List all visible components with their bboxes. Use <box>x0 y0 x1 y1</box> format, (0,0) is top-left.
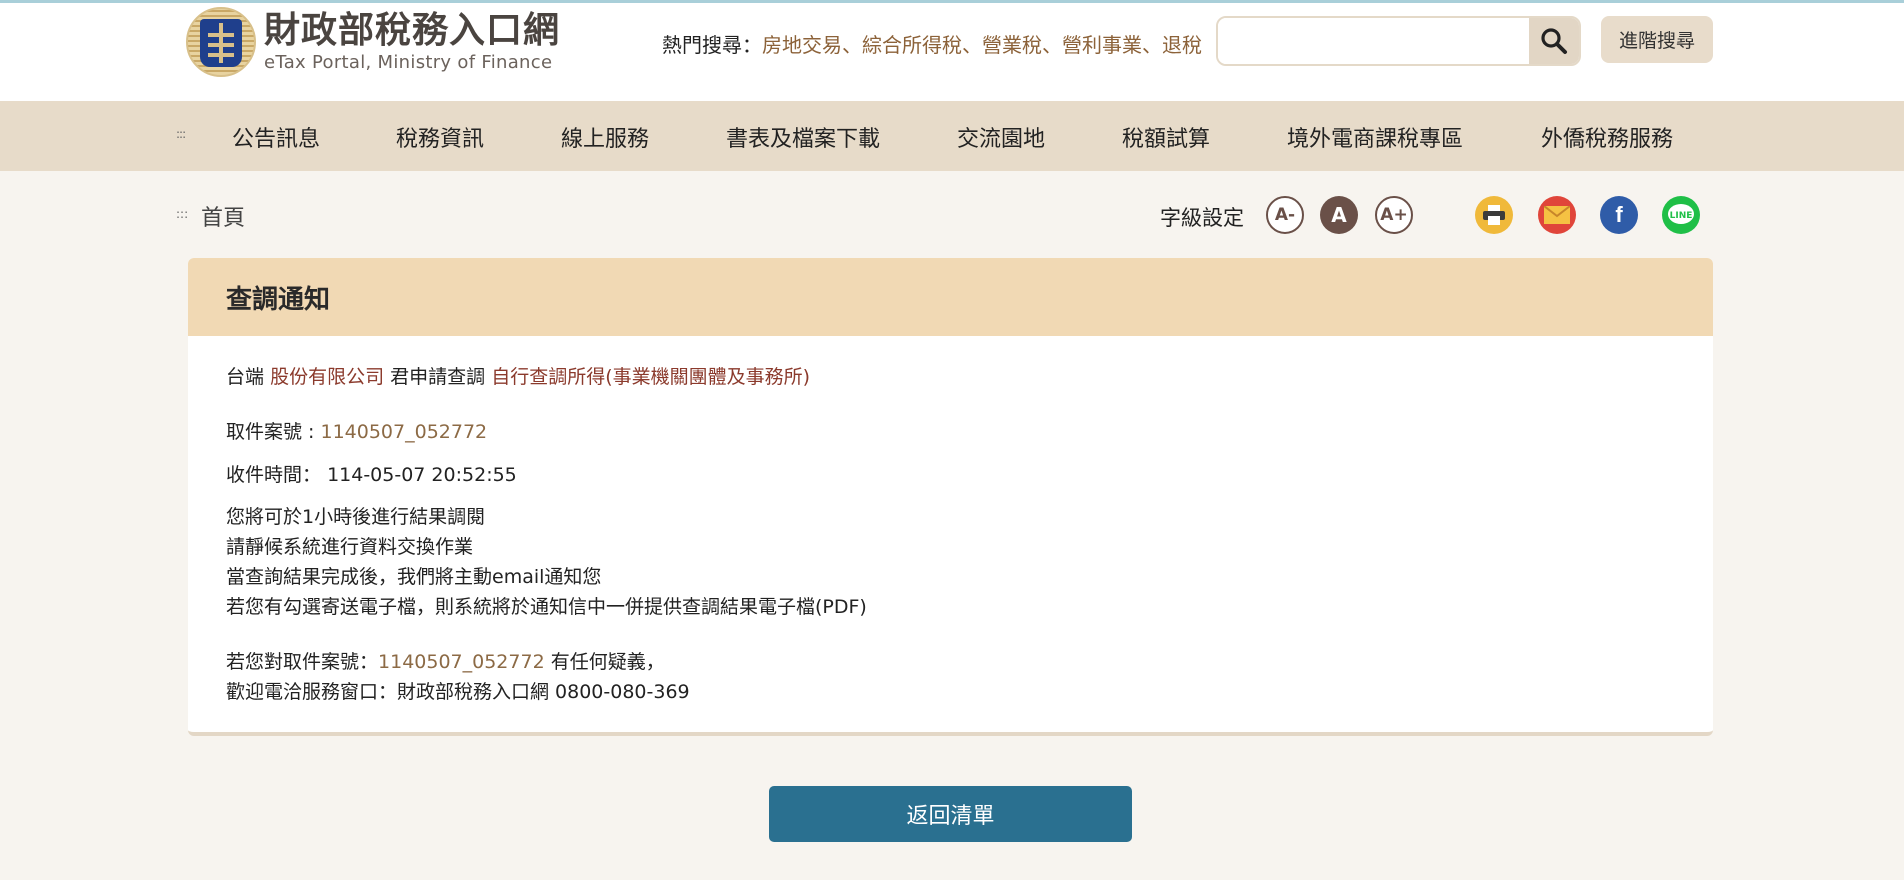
search-button[interactable] <box>1529 18 1579 64</box>
hot-link-real-estate[interactable]: 房地交易 <box>762 33 842 57</box>
nav-item-online-services[interactable]: 線上服務 <box>561 121 649 153</box>
question-line: 若您對取件案號：1140507_052772 有任何疑義， <box>226 651 665 673</box>
hot-link-enterprise[interactable]: 營利事業 <box>1062 33 1142 57</box>
notice-message: 您將可於1小時後進行結果調閱 <box>226 506 486 528</box>
breadcrumb-home[interactable]: 首頁 <box>201 200 245 232</box>
applicant-line: 台端 股份有限公司 君申請查調 自行查調所得(事業機關團體及事務所) <box>226 366 811 388</box>
email-share-button[interactable] <box>1538 196 1576 234</box>
notice-card-header: 查調通知 <box>188 258 1713 336</box>
site-logo[interactable]: 財政部稅務入口網 eTax Portal, Ministry of Financ… <box>186 7 560 77</box>
page-title: 查調通知 <box>226 284 331 315</box>
main-nav: ::: 公告訊息 稅務資訊 線上服務 書表及檔案下載 交流園地 稅額試算 境外電… <box>0 101 1904 171</box>
nav-accesskey-icon[interactable]: ::: <box>176 127 186 141</box>
notice-message: 當查詢結果完成後，我們將主動email通知您 <box>226 566 602 588</box>
search-box <box>1216 16 1581 66</box>
nav-item-forms-download[interactable]: 書表及檔案下載 <box>726 121 880 153</box>
query-type: 自行查調所得(事業機關團體及事務所) <box>491 366 811 388</box>
company-name: 股份有限公司 <box>270 366 385 388</box>
hot-link-refund[interactable]: 退稅 <box>1162 33 1202 57</box>
case-number: 1140507_052772 <box>320 421 488 443</box>
nav-item-cross-border-ecommerce[interactable]: 境外電商課稅專區 <box>1287 121 1463 153</box>
received-time-line: 收件時間： 114-05-07 20:52:55 <box>226 464 517 486</box>
nav-item-tax-info[interactable]: 稅務資訊 <box>396 121 484 153</box>
line-share-button[interactable]: LINE <box>1662 196 1700 234</box>
facebook-icon: f <box>1615 202 1623 227</box>
font-size-large-button[interactable]: A+ <box>1375 196 1413 234</box>
mail-icon <box>1544 206 1570 224</box>
svg-text:LINE: LINE <box>1670 211 1693 221</box>
font-size-medium-button[interactable]: A <box>1320 196 1358 234</box>
nav-item-community[interactable]: 交流園地 <box>957 121 1045 153</box>
question-case-number: 1140507_052772 <box>378 651 545 673</box>
notice-message: 請靜候系統進行資料交換作業 <box>226 536 474 558</box>
printer-icon <box>1483 205 1505 225</box>
hot-link-business-tax[interactable]: 營業稅 <box>982 33 1042 57</box>
breadcrumb-accesskey-icon[interactable]: ::: <box>176 207 188 221</box>
hot-search-label: 熱門搜尋： <box>662 33 762 57</box>
contact-line: 歡迎電洽服務窗口：財政部稅務入口網 0800-080-369 <box>226 681 690 703</box>
advanced-search-button[interactable]: 進階搜尋 <box>1601 16 1713 63</box>
site-header: 財政部稅務入口網 eTax Portal, Ministry of Financ… <box>0 3 1904 101</box>
search-icon <box>1541 28 1567 54</box>
font-size-label: 字級設定 <box>1160 206 1244 230</box>
case-number-line: 取件案號 : 1140507_052772 <box>226 421 488 443</box>
facebook-share-button[interactable]: f <box>1600 196 1638 234</box>
nav-item-foreigner-tax[interactable]: 外僑稅務服務 <box>1541 121 1673 153</box>
notice-message: 若您有勾選寄送電子檔，則系統將於通知信中一併提供查調結果電子檔(PDF) <box>226 596 867 618</box>
font-size-small-button[interactable]: A- <box>1266 196 1304 234</box>
hot-link-income-tax[interactable]: 綜合所得稅 <box>862 33 962 57</box>
search-input[interactable] <box>1218 18 1530 64</box>
nav-item-tax-calculator[interactable]: 稅額試算 <box>1122 121 1210 153</box>
logo-title-en: eTax Portal, Ministry of Finance <box>264 52 553 73</box>
logo-title-cn: 財政部稅務入口網 <box>264 9 561 51</box>
notice-card: 查調通知 台端 股份有限公司 君申請查調 自行查調所得(事業機關團體及事務所) … <box>188 258 1713 736</box>
hot-search: 熱門搜尋：房地交易、綜合所得稅、營業稅、營利事業、退稅 <box>662 33 1202 57</box>
back-to-list-button[interactable]: 返回清單 <box>769 786 1132 842</box>
ministry-emblem-icon <box>186 7 256 77</box>
nav-item-announcements[interactable]: 公告訊息 <box>232 121 320 153</box>
line-icon: LINE <box>1668 204 1694 224</box>
received-time: 114-05-07 20:52:55 <box>327 464 517 486</box>
print-button[interactable] <box>1475 196 1513 234</box>
